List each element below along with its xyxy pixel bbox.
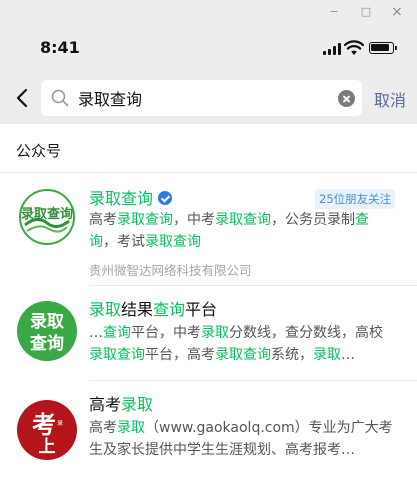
avatar-glyph-sub: 上 [39, 437, 56, 457]
avatar: 录取查询 [17, 187, 77, 247]
result-item[interactable]: 考 上 录 高考录取 高考录取（www.gaokaolq.com）专业为广大考生… [0, 381, 417, 498]
result-company: 贵州微智达网络科技有限公司 [89, 263, 252, 278]
result-description: 高考录取查询，中考录取查询，公务员录制查询，考试录取查询 [89, 212, 369, 250]
wifi-icon [344, 40, 364, 55]
result-name: 高考录取 [89, 395, 154, 414]
avatar-glyph-tiny: 录 [57, 419, 63, 427]
avatar: 考 上 录 [17, 400, 77, 460]
result-description: 高考录取（www.gaokaolq.com）专业为广大考生及家长提供中学生生涯规… [89, 420, 393, 458]
friends-badge: 25位朋友关注 [315, 189, 396, 209]
window-title-bar: − □ × [0, 0, 417, 24]
battery-icon [369, 42, 397, 54]
clear-search-icon[interactable] [338, 90, 355, 107]
status-time: 8:41 [40, 38, 80, 57]
minimize-button[interactable]: − [325, 4, 343, 20]
cancel-button[interactable]: 取消 [374, 87, 406, 111]
back-chevron-icon[interactable] [12, 86, 32, 110]
cellular-signal-icon [323, 43, 341, 55]
verified-icon [158, 191, 173, 205]
status-bar: 8:41 [0, 24, 417, 74]
results-panel: 公众号 录取查询 录取查询 25位朋友关注 高考录取查询，中考录取查询，公务员录… [0, 124, 417, 498]
search-box[interactable] [41, 80, 362, 116]
result-item[interactable]: 录取查询 录取查询 25位朋友关注 高考录取查询，中考录取查询，公务员录制查询，… [0, 173, 417, 286]
search-icon [51, 89, 69, 107]
close-button[interactable]: × [388, 4, 406, 20]
result-item[interactable]: 录取 查询 录取结果查询平台 …查询平台，中考录取分数线，查分数线，高校录取查询… [0, 286, 417, 381]
search-bar: 取消 [0, 74, 417, 124]
section-title: 公众号 [16, 142, 62, 160]
result-name: 录取结果查询平台 [89, 300, 218, 319]
search-input[interactable] [78, 84, 318, 112]
avatar-glyph-main: 考 [32, 410, 56, 439]
avatar: 录取 查询 [17, 301, 77, 361]
result-name: 录取查询 [89, 185, 173, 209]
avatar-logo-text: 录取查询 [21, 206, 73, 222]
avatar-text-line1: 录取 [30, 312, 64, 332]
maximize-button[interactable]: □ [357, 4, 375, 20]
result-description: …查询平台，中考录取分数线，查分数线，高校录取查询平台，高考录取查询系统，录取… [89, 325, 383, 363]
avatar-text-line2: 查询 [29, 333, 64, 354]
